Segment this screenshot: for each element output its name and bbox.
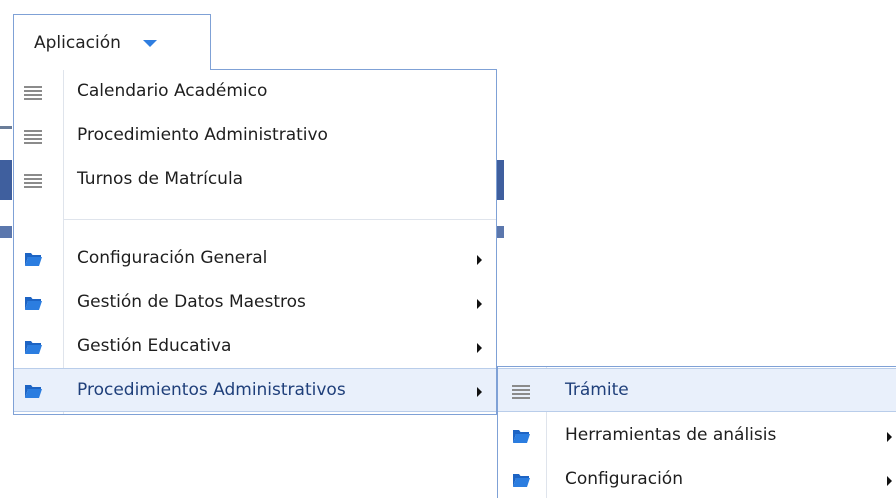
menu-item-label: Calendario Académico xyxy=(77,81,268,101)
submenu-item-label: Herramientas de análisis xyxy=(565,425,777,445)
menu-item-calendario-academico[interactable]: Calendario Académico xyxy=(14,70,496,114)
list-icon xyxy=(24,83,42,101)
procedimientos-submenu: Trámite Herramientas de análisis Configu… xyxy=(497,366,896,498)
menu-item-procedimientos-administrativos[interactable]: Procedimientos Administrativos xyxy=(14,368,496,412)
menu-item-configuracion-general[interactable]: Configuración General xyxy=(14,237,496,281)
submenu-item-label: Trámite xyxy=(565,380,629,400)
background-fragment xyxy=(0,126,12,129)
chevron-down-icon xyxy=(142,40,157,47)
submenu-arrow-icon xyxy=(887,432,892,442)
folder-icon xyxy=(25,341,42,354)
background-fragment xyxy=(496,226,504,238)
submenu-arrow-icon xyxy=(477,299,482,309)
menu-item-gestion-educativa[interactable]: Gestión Educativa xyxy=(14,325,496,369)
folder-icon xyxy=(25,297,42,310)
menu-item-procedimiento-administrativo[interactable]: Procedimiento Administrativo xyxy=(14,114,496,158)
folder-icon xyxy=(25,253,42,266)
menu-item-label: Configuración General xyxy=(77,248,268,268)
menu-item-gestion-de-datos-maestros[interactable]: Gestión de Datos Maestros xyxy=(14,281,496,325)
menu-item-label: Gestión Educativa xyxy=(77,336,232,356)
menu-item-label: Turnos de Matrícula xyxy=(77,169,244,189)
submenu-arrow-icon xyxy=(477,343,482,353)
menu-separator xyxy=(64,219,496,220)
list-icon xyxy=(512,382,530,400)
folder-icon xyxy=(513,430,530,443)
menu-item-label: Gestión de Datos Maestros xyxy=(77,292,306,312)
submenu-item-configuracion[interactable]: Configuración xyxy=(498,458,896,502)
background-fragment xyxy=(496,160,504,200)
list-icon xyxy=(24,171,42,189)
submenu-item-tramite[interactable]: Trámite xyxy=(498,368,896,412)
submenu-arrow-icon xyxy=(477,387,482,397)
submenu-arrow-icon xyxy=(887,476,892,486)
background-fragment xyxy=(0,226,12,238)
aplicacion-dropdown-menu: Calendario Académico Procedimiento Admin… xyxy=(13,69,497,415)
aplicacion-menu-button[interactable]: Aplicación xyxy=(13,14,211,70)
folder-icon xyxy=(25,385,42,398)
menu-item-label: Procedimientos Administrativos xyxy=(77,380,346,400)
submenu-item-label: Configuración xyxy=(565,469,683,489)
menu-item-label: Procedimiento Administrativo xyxy=(77,125,328,145)
folder-icon xyxy=(513,474,530,487)
submenu-arrow-icon xyxy=(477,255,482,265)
submenu-item-herramientas-de-analisis[interactable]: Herramientas de análisis xyxy=(498,414,896,458)
menu-button-label: Aplicación xyxy=(34,32,121,53)
background-fragment xyxy=(0,160,12,200)
menu-item-turnos-de-matricula[interactable]: Turnos de Matrícula xyxy=(14,158,496,202)
list-icon xyxy=(24,127,42,145)
